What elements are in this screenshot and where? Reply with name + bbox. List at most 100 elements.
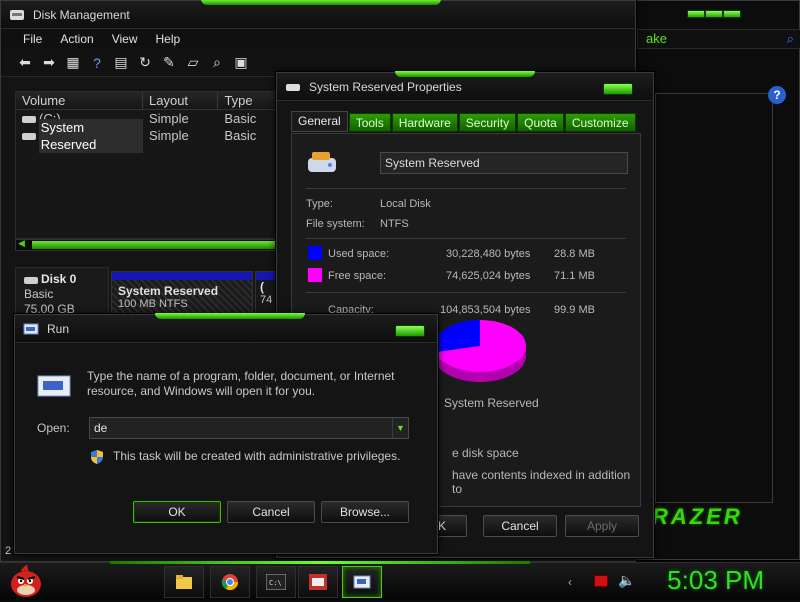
help-topics-icon[interactable]: ? — [89, 55, 105, 71]
angry-bird-icon — [11, 563, 41, 597]
drive-icon — [286, 83, 300, 91]
pie-label: System Reserved — [444, 396, 539, 410]
volume-icon[interactable]: 🔈 — [618, 572, 635, 589]
dialog-title: System Reserved Properties — [309, 79, 462, 94]
ok-button[interactable]: OK — [133, 501, 221, 523]
close-button[interactable] — [603, 83, 633, 95]
dialog-title: Run — [47, 321, 70, 336]
capacity-bytes: 104,853,504 bytes — [440, 304, 531, 316]
fs-label: File system: — [306, 218, 365, 230]
bg-window2 — [655, 93, 773, 503]
taskbar-taskmgr[interactable] — [298, 566, 338, 598]
chevron-down-icon[interactable]: ▼ — [392, 418, 408, 438]
disk-management-titlebar[interactable]: Disk Management — [1, 0, 635, 29]
tab-tools[interactable]: Tools — [348, 113, 391, 132]
taskbar-cmd[interactable]: C:\ — [256, 566, 296, 598]
refresh-icon[interactable]: ↻ — [137, 54, 153, 71]
tab-hardware[interactable]: Hardware — [391, 113, 458, 132]
volume-name-field[interactable]: System Reserved — [380, 152, 628, 174]
run-dialog: Run Type the name of a program, folder, … — [14, 313, 438, 554]
compress-option[interactable]: e disk space — [452, 446, 519, 460]
scroll-left-icon[interactable]: ◀ — [18, 238, 25, 249]
col-layout[interactable]: Layout — [143, 92, 219, 109]
open-input[interactable]: de ▼ — [89, 417, 409, 439]
properties-titlebar[interactable]: System Reserved Properties — [277, 71, 653, 101]
volume-list: Volume Layout Type (C:) Simple Basic Sys… — [15, 91, 277, 239]
used-label: Used space: — [328, 248, 390, 260]
search-box[interactable]: ake ⌕ — [637, 29, 800, 49]
edit-icon[interactable]: ✎ — [161, 54, 177, 71]
fs-value: NTFS — [380, 218, 409, 230]
menu-bar: File Action View Help — [1, 29, 635, 49]
back-arrow-icon[interactable]: ⬅ — [17, 54, 33, 71]
show-hidden-icons-icon[interactable]: ‹ — [568, 575, 572, 589]
used-bytes: 30,228,480 bytes — [446, 248, 531, 260]
search-text: ake — [646, 31, 667, 46]
menu-help[interactable]: Help — [156, 32, 181, 46]
volume-layout: Simple — [149, 111, 189, 126]
taskbar-explorer[interactable] — [164, 566, 204, 598]
system-clock[interactable]: 5:03 PM — [667, 565, 764, 596]
window-title: Disk Management — [33, 7, 130, 22]
cancel-button[interactable]: Cancel — [227, 501, 315, 523]
forward-arrow-icon[interactable]: ➡ — [41, 54, 57, 71]
taskbar-chrome[interactable] — [210, 566, 250, 598]
scroll-thumb[interactable] — [32, 241, 276, 249]
free-swatch — [308, 268, 322, 282]
open-folder-icon[interactable]: ▱ — [185, 54, 201, 71]
svg-text:C:\: C:\ — [269, 579, 282, 587]
run-description: Type the name of a program, folder, docu… — [87, 369, 395, 398]
tab-security[interactable]: Security — [458, 113, 517, 132]
properties-icon[interactable]: ▤ — [113, 54, 129, 71]
partition-c-size: 74 — [260, 294, 273, 306]
tab-general[interactable]: General — [291, 111, 348, 132]
console-tree-icon[interactable]: ▦ — [65, 54, 81, 71]
tab-quota[interactable]: Quota — [517, 113, 564, 132]
drive-icon — [22, 132, 36, 140]
browse-button[interactable]: Browse... — [321, 501, 409, 523]
disk-icon — [10, 9, 24, 20]
volume-layout: Simple — [149, 128, 189, 143]
drive-icon — [24, 276, 38, 284]
grid-icon[interactable]: ▣ — [233, 54, 249, 71]
brand-logo: RAZER — [652, 504, 743, 529]
table-row[interactable]: System Reserved Simple Basic — [16, 118, 276, 153]
volume-type: Basic — [224, 111, 257, 126]
open-label: Open: — [37, 421, 70, 435]
cancel-button[interactable]: Cancel — [483, 515, 557, 537]
chrome-icon — [221, 574, 239, 591]
menu-action[interactable]: Action — [60, 32, 93, 46]
help-icon[interactable]: ? — [768, 86, 786, 104]
free-mb: 71.1 MB — [554, 270, 595, 282]
type-label: Type: — [306, 198, 333, 210]
cmd-icon: C:\ — [266, 574, 286, 590]
run-program-icon — [37, 375, 71, 397]
horizontal-scrollbar[interactable]: ◀ — [15, 238, 277, 251]
open-input-value: de — [94, 421, 108, 435]
free-label: Free space: — [328, 270, 387, 282]
drive-icon — [22, 115, 36, 123]
close-button[interactable] — [395, 325, 425, 337]
disk-name: Disk 0 — [41, 272, 77, 286]
run-titlebar[interactable]: Run — [15, 313, 437, 343]
menu-view[interactable]: View — [112, 32, 138, 46]
used-mb: 28.8 MB — [554, 248, 595, 260]
notification-flag-icon[interactable] — [594, 575, 608, 587]
taskbar-run[interactable] — [342, 566, 382, 598]
start-button[interactable] — [8, 563, 44, 599]
col-type[interactable]: Type — [218, 92, 276, 109]
run-icon — [353, 575, 371, 589]
volume-type: Basic — [224, 128, 257, 143]
search-icon[interactable]: ⌕ — [787, 30, 794, 48]
usage-pie-chart — [434, 320, 526, 382]
col-volume[interactable]: Volume — [16, 92, 143, 109]
partition-info: 100 MB NTFS — [118, 298, 188, 310]
properties-tabs: General Tools Hardware Security Quota Cu… — [291, 111, 637, 132]
tab-customize[interactable]: Customize — [564, 113, 636, 132]
drive-icon — [308, 152, 336, 172]
taskbar: C:\ ‹ 🔈 5:03 PM — [0, 561, 800, 600]
menu-file[interactable]: File — [23, 32, 42, 46]
search-disk-icon[interactable]: ⌕ — [209, 54, 225, 71]
index-option[interactable]: have contents indexed in addition to — [452, 468, 640, 496]
apply-button[interactable]: Apply — [565, 515, 639, 537]
